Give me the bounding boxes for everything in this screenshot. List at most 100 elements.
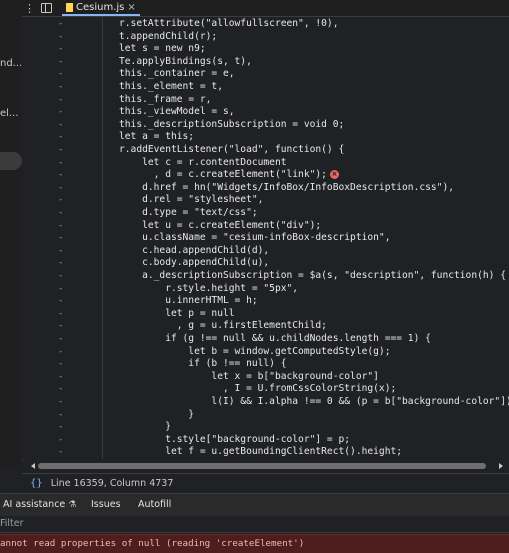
code-line[interactable]: - this._descriptionSubscription = void 0; [22, 119, 509, 132]
gutter-marker: - [58, 296, 64, 307]
gutter-marker: - [58, 119, 64, 130]
gutter-marker: - [58, 258, 64, 269]
code-line[interactable]: - c.head.appendChild(d), [22, 245, 509, 258]
code-line[interactable]: - let s = new n9; [22, 43, 509, 56]
gutter-marker: - [58, 19, 64, 29]
code-line[interactable]: - l(I) && I.alpha !== 0 && (p = b["backg… [22, 396, 509, 409]
code-text: let c = r.contentDocument [119, 156, 287, 168]
left-panel-snippet[interactable]: nd... [0, 58, 22, 69]
code-text: , g = u.firstElementChild; [119, 320, 327, 332]
code-line[interactable]: - a._descriptionSubscription = $a(s, "de… [22, 270, 509, 283]
error-icon[interactable]: × [329, 169, 339, 179]
scrollbar-thumb[interactable] [38, 463, 486, 469]
code-editor[interactable]: - r.setAttribute("allowfullscreen", !0), -… [22, 17, 509, 459]
code-text: c.head.appendChild(d), [119, 244, 270, 256]
code-line[interactable]: - let a = this; [22, 131, 509, 144]
code-line[interactable]: - if (b !== null) { [22, 358, 509, 371]
tab-autofill[interactable]: Autofill [138, 499, 171, 510]
code-text: l(I) && I.alpha !== 0 && (p = b["backgro… [119, 396, 509, 407]
code-line[interactable]: - } [22, 421, 509, 434]
console-error-message[interactable]: annot read properties of null (reading '… [0, 534, 509, 553]
gutter-marker: - [58, 208, 64, 218]
gutter-marker: - [58, 82, 64, 92]
tab-ai-assistance[interactable]: AI assistance ⚗ [3, 499, 76, 510]
gutter-marker: - [58, 434, 64, 445]
code-line[interactable]: - let x = b["background-color"] [22, 371, 509, 384]
code-line[interactable]: - d.href = hn("Widgets/InfoBox/InfoBoxDe… [22, 182, 509, 195]
editor-tab-bar: ⋮ Cesium.js × [22, 0, 509, 17]
code-line[interactable]: - , d = c.createElement("link"); × [22, 169, 509, 182]
code-line[interactable]: - let b = window.getComputedStyle(g); [22, 346, 509, 359]
code-text: } [119, 408, 195, 420]
editor-status-bar: {} Line 16359, Column 4737 [22, 473, 509, 492]
code-line[interactable]: - this._viewModel = s, [22, 106, 509, 119]
code-text: u.className = "cesium-infoBox-descriptio… [119, 232, 391, 244]
gutter-marker: - [58, 195, 64, 206]
code-line[interactable]: - u.innerHTML = h; [22, 295, 509, 308]
code-text: if (b !== null) { [119, 358, 287, 370]
gutter-marker: - [58, 321, 64, 332]
code-line[interactable]: - Te.applyBindings(s, t), [22, 56, 509, 69]
scroll-right-icon[interactable] [499, 463, 503, 469]
tab-issues[interactable]: Issues [91, 499, 121, 510]
more-options-icon[interactable]: ⋮ [24, 2, 35, 15]
code-line[interactable]: - let u = c.createElement("div"); [22, 220, 509, 233]
code-text: this._frame = r, [119, 93, 212, 105]
code-line[interactable]: - , I = U.fromCssColorString(x); [22, 383, 509, 396]
code-text: this._viewModel = s, [119, 106, 235, 118]
tab-cesium-js[interactable]: Cesium.js × [62, 0, 140, 16]
gutter-marker: - [58, 132, 64, 143]
code-line[interactable]: - let f = u.getBoundingClientRect().heig… [22, 446, 509, 459]
gutter-marker: - [58, 56, 64, 67]
pretty-print-icon[interactable]: {} [30, 478, 43, 489]
gutter-marker: - [58, 422, 64, 433]
code-line[interactable]: - this._frame = r, [22, 94, 509, 107]
code-line[interactable]: - let p = null [22, 308, 509, 321]
code-line[interactable]: - t.appendChild(r); [22, 31, 509, 44]
code-line[interactable]: - , g = u.firstElementChild; [22, 320, 509, 333]
console-filter-bar[interactable]: Filter [0, 516, 509, 533]
code-line[interactable]: - this._element = t, [22, 81, 509, 94]
code-text: d.rel = "stylesheet", [119, 194, 264, 206]
filter-input[interactable]: Filter [0, 518, 24, 529]
code-text: c.body.appendChild(u), [119, 257, 270, 269]
code-line[interactable]: - d.rel = "stylesheet", [22, 194, 509, 207]
gutter-marker: - [58, 409, 64, 420]
gutter-marker: - [58, 346, 64, 357]
code-line[interactable]: - let c = r.contentDocument [22, 157, 509, 170]
code-line[interactable]: - if (g !== null && u.childNodes.length … [22, 333, 509, 346]
code-line[interactable]: - t.style["background-color"] = p; [22, 434, 509, 447]
code-text: let f = u.getBoundingClientRect().height… [119, 446, 403, 458]
code-text: r.addEventListener("load", function() { [119, 144, 345, 155]
gutter-marker: - [58, 182, 64, 193]
gutter-marker: - [58, 271, 64, 281]
code-line[interactable]: - u.className = "cesium-infoBox-descript… [22, 232, 509, 245]
code-text: t.style["background-color"] = p; [119, 433, 351, 445]
code-text: } [119, 421, 171, 433]
code-line[interactable]: - r.addEventListener("load", function() { [22, 144, 509, 157]
code-line[interactable]: - r.setAttribute("allowfullscreen", !0), [22, 18, 509, 31]
error-text: annot read properties of null (reading '… [0, 538, 305, 549]
gutter-marker: - [58, 359, 64, 370]
gutter-marker: - [58, 145, 64, 155]
left-panel-selected-item[interactable] [0, 152, 22, 170]
scroll-left-icon[interactable] [31, 463, 35, 469]
gutter-marker: - [58, 94, 64, 105]
tab-label: AI assistance [3, 499, 66, 510]
code-line[interactable]: - c.body.appendChild(u), [22, 257, 509, 270]
code-line[interactable]: - } [22, 409, 509, 422]
code-text: t.appendChild(r); [119, 30, 218, 42]
code-line[interactable]: - r.style.height = "5px", [22, 283, 509, 296]
close-tab-icon[interactable]: × [127, 2, 135, 13]
code-text: u.innerHTML = h; [119, 295, 258, 307]
toggle-sidebar-icon[interactable] [41, 3, 52, 13]
code-text: let x = b["background-color"] [119, 370, 379, 382]
left-panel-snippet[interactable]: el... [0, 108, 22, 119]
code-text: Te.applyBindings(s, t), [119, 55, 252, 67]
code-text: this._element = t, [119, 81, 223, 92]
horizontal-scrollbar[interactable] [22, 461, 509, 471]
code-line[interactable]: - d.type = "text/css"; [22, 207, 509, 220]
gutter-marker: - [58, 334, 64, 344]
code-line[interactable]: - this._container = e, [22, 68, 509, 81]
code-text: d.type = "text/css"; [119, 207, 258, 218]
